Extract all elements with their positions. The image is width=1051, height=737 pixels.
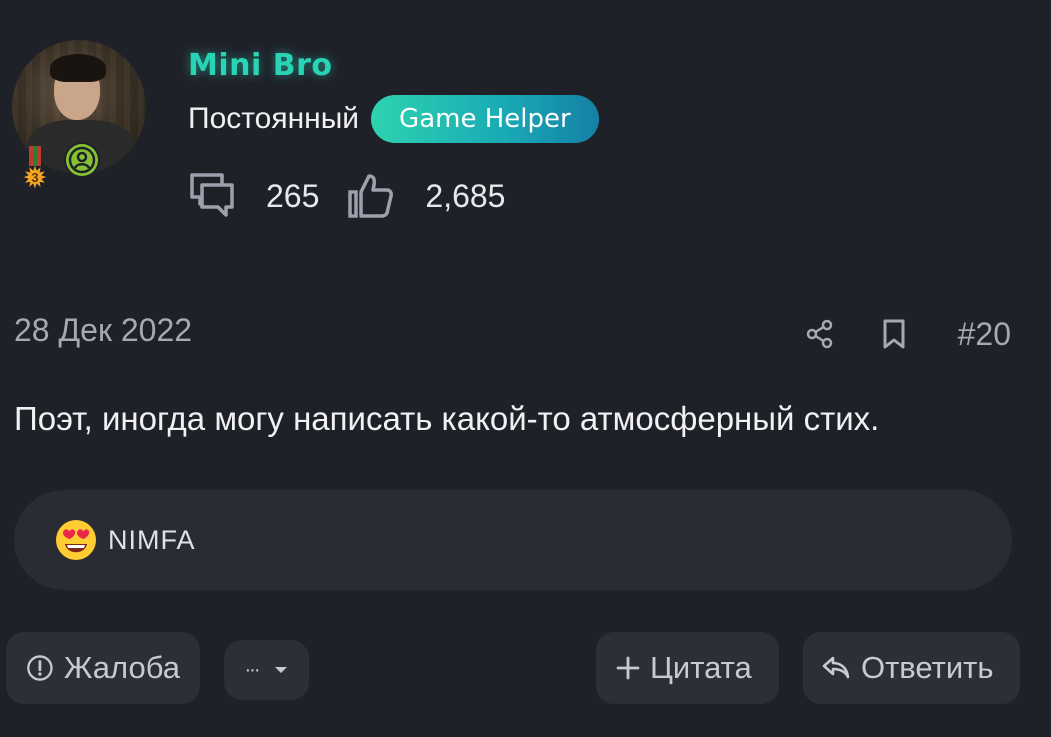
reply-button[interactable]: Ответить xyxy=(803,632,1020,704)
plus-icon xyxy=(616,656,640,680)
likes-count: 2,685 xyxy=(425,177,506,214)
messages-count: 265 xyxy=(266,177,320,214)
online-status-icon xyxy=(64,142,100,178)
alert-circle-icon xyxy=(27,655,53,681)
post-date[interactable]: 28 Дек 2022 xyxy=(14,312,192,349)
forum-post: ✹ 3 Mini Bro Постоянный Game Helper 265 xyxy=(0,0,1051,737)
user-stats: 265 2,685 xyxy=(188,170,505,222)
post-body: Поэт, иногда могу написать какой-то атмо… xyxy=(14,400,880,437)
more-label: ··· xyxy=(244,658,261,681)
post-meta-actions: #20 xyxy=(800,312,1011,356)
report-button[interactable]: Жалоба xyxy=(6,632,200,704)
post-number-link[interactable]: #20 xyxy=(958,316,1011,353)
messages-icon xyxy=(188,171,236,221)
reply-label: Ответить xyxy=(861,650,994,685)
reply-arrow-icon xyxy=(822,656,850,679)
share-icon[interactable] xyxy=(800,312,840,356)
medal-icon: ✹ 3 xyxy=(20,146,50,196)
avatar-container: ✹ 3 xyxy=(12,40,146,194)
heart-eyes-emoji-icon xyxy=(56,520,96,560)
more-options-button[interactable]: ··· xyxy=(224,640,309,700)
reactions-bar: NIMFA xyxy=(14,490,1012,590)
username[interactable]: Mini Bro xyxy=(188,48,333,83)
reaction-username: NIMFA xyxy=(108,524,196,555)
quote-button[interactable]: Цитата xyxy=(596,632,779,704)
user-title: Постоянный xyxy=(188,102,360,135)
bookmark-icon[interactable] xyxy=(874,312,914,356)
thumbs-up-icon xyxy=(347,172,395,220)
user-title-row: Постоянный Game Helper xyxy=(188,95,599,143)
report-label: Жалоба xyxy=(63,650,180,685)
caret-down-icon xyxy=(275,667,288,673)
reaction-item[interactable]: NIMFA xyxy=(54,518,196,562)
quote-label: Цитата xyxy=(650,650,752,685)
role-badge: Game Helper xyxy=(371,95,599,143)
